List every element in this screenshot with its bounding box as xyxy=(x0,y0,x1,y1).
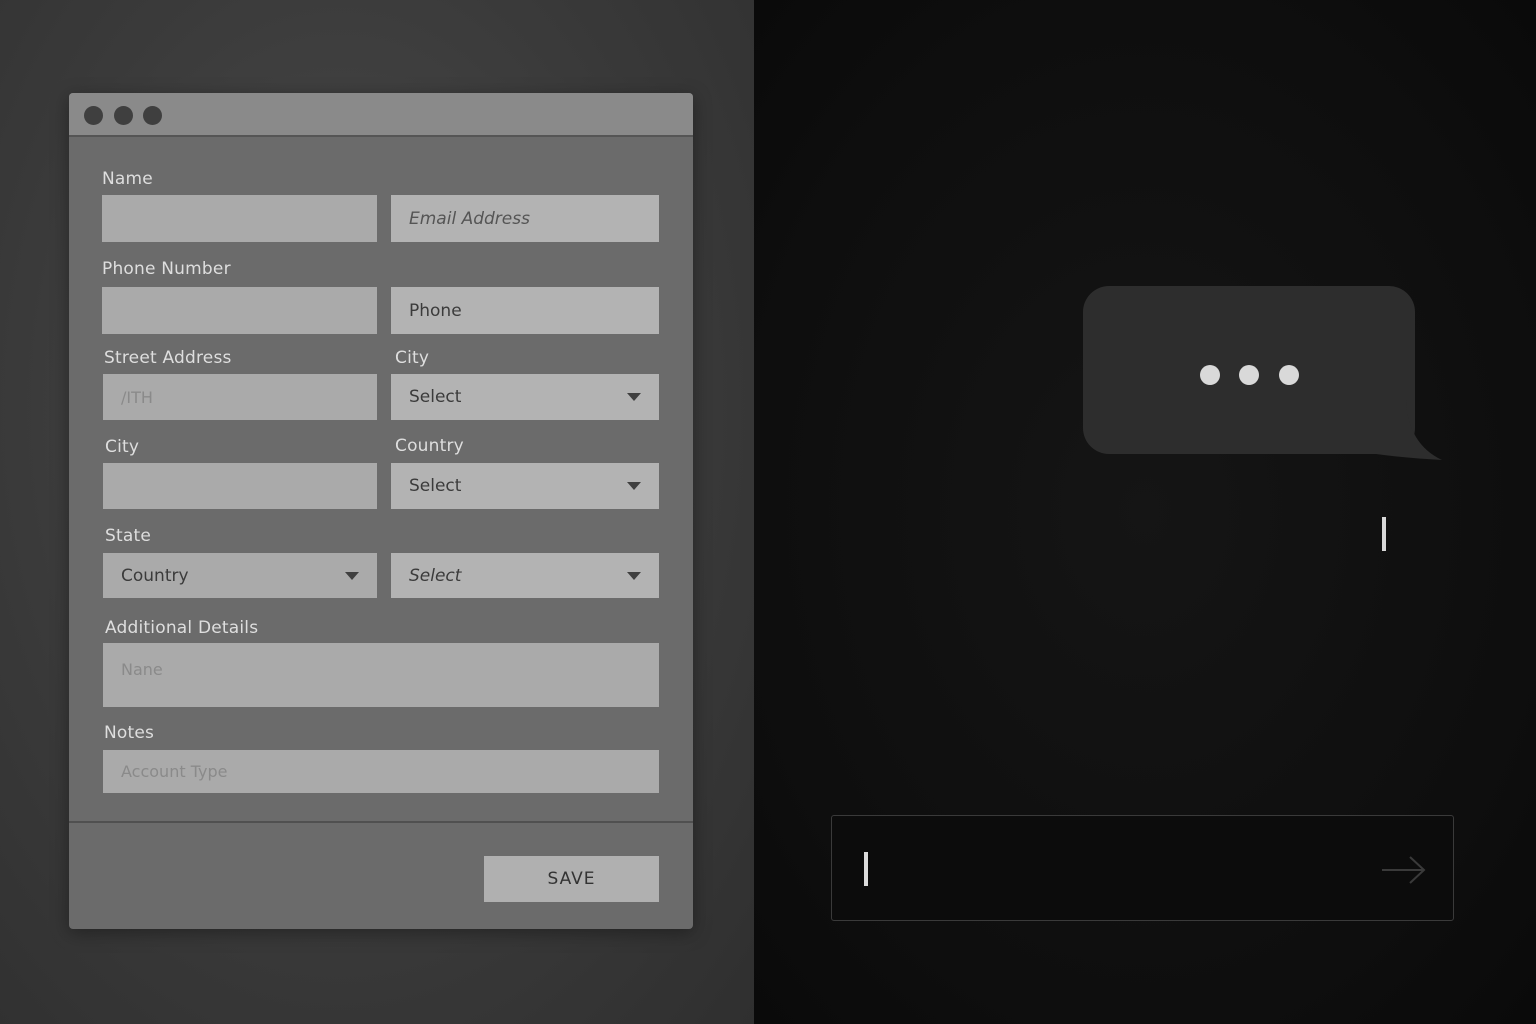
notes-label: Notes xyxy=(104,723,155,743)
phone-placeholder: Phone xyxy=(409,300,462,321)
street-address-label: Street Address xyxy=(104,348,232,368)
typing-dot-icon xyxy=(1279,365,1299,385)
form-window: Name Email Address Phone Number Phone St… xyxy=(69,93,693,929)
phone-input[interactable]: Phone xyxy=(391,287,659,334)
city-select[interactable]: Select xyxy=(391,374,659,420)
city-input[interactable] xyxy=(103,463,377,509)
additional-details-label: Additional Details xyxy=(105,618,259,638)
state-select-value: Country xyxy=(121,565,189,586)
street-address-value: /ITH xyxy=(121,387,153,407)
window-close-button[interactable] xyxy=(84,106,103,125)
state-second-select-value: Select xyxy=(409,565,462,586)
city-label-left: City xyxy=(105,437,140,457)
name-input[interactable] xyxy=(102,195,377,242)
notes-placeholder: Account Type xyxy=(121,762,228,781)
chevron-down-icon xyxy=(627,482,641,490)
street-address-input[interactable]: /ITH xyxy=(103,374,377,420)
input-cursor-icon xyxy=(864,852,868,886)
arrow-right-icon[interactable] xyxy=(1380,854,1428,886)
additional-details-textarea[interactable]: Nane xyxy=(103,643,659,707)
typing-dot-icon xyxy=(1239,365,1259,385)
footer-divider xyxy=(69,821,693,823)
state-second-select[interactable]: Select xyxy=(391,553,659,598)
text-cursor-icon xyxy=(1382,517,1386,551)
phone-number-label: Phone Number xyxy=(102,259,231,279)
state-select[interactable]: Country xyxy=(103,553,377,598)
city-label-right: City xyxy=(395,348,430,368)
email-placeholder: Email Address xyxy=(409,208,530,229)
chevron-down-icon xyxy=(345,571,359,580)
bubble-tail-icon xyxy=(1376,400,1442,460)
chevron-down-icon xyxy=(627,571,641,580)
phone-number-input[interactable] xyxy=(102,287,377,334)
chevron-down-icon xyxy=(627,393,641,401)
country-select-value: Select xyxy=(409,476,462,496)
city-select-value: Select xyxy=(409,387,462,407)
state-label: State xyxy=(105,526,151,546)
typing-dot-icon xyxy=(1200,365,1220,385)
save-button[interactable]: SAVE xyxy=(484,856,659,902)
country-label: Country xyxy=(395,436,464,456)
window-minimize-button[interactable] xyxy=(114,106,133,125)
window-maximize-button[interactable] xyxy=(143,106,162,125)
additional-details-placeholder: Nane xyxy=(121,660,163,679)
name-label: Name xyxy=(102,169,153,189)
email-input[interactable]: Email Address xyxy=(391,195,659,242)
message-input[interactable] xyxy=(831,815,1454,921)
window-titlebar xyxy=(69,93,693,137)
notes-input[interactable]: Account Type xyxy=(103,750,659,793)
country-select[interactable]: Select xyxy=(391,463,659,509)
